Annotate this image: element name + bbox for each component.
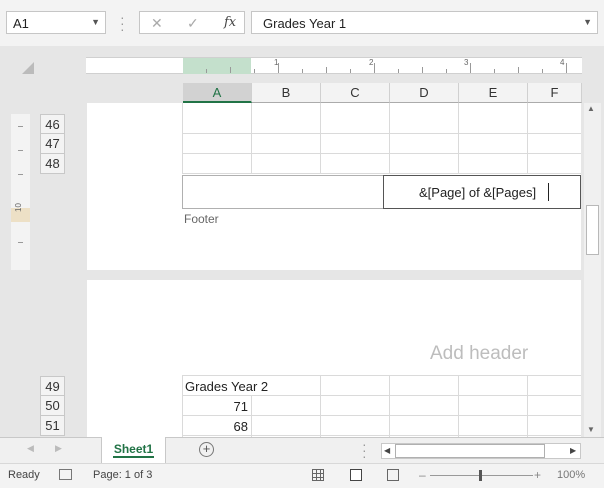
chevron-down-icon[interactable]: ▼ (91, 17, 100, 27)
vertical-ruler: 10 (11, 114, 30, 270)
row-header-46[interactable]: 46 (40, 114, 65, 134)
add-header-placeholder[interactable]: Add header (430, 343, 528, 365)
vertical-scrollbar[interactable] (584, 103, 601, 437)
row-header-50[interactable]: 50 (40, 396, 65, 416)
horizontal-scroll-thumb[interactable] (395, 444, 545, 458)
column-header-a[interactable]: A (183, 83, 252, 103)
column-header-d[interactable]: D (390, 83, 459, 103)
formula-buttons: ✕ ✓ fx (139, 11, 245, 34)
select-all-icon[interactable] (22, 62, 34, 74)
expand-formula-icon[interactable]: ▼ (583, 17, 592, 27)
horizontal-ruler: 1 2 3 4 (86, 57, 582, 74)
add-sheet-icon[interactable]: + (199, 442, 214, 457)
formula-input[interactable]: Grades Year 1 ▼ (251, 11, 598, 34)
cell-a49[interactable]: Grades Year 2 (185, 379, 268, 394)
status-page-info: Page: 1 of 3 (93, 469, 153, 481)
row-header-47[interactable]: 47 (40, 134, 65, 154)
cell-a50[interactable]: 71 (183, 399, 248, 414)
normal-view-icon[interactable] (312, 469, 324, 481)
insert-function-icon[interactable]: fx (224, 15, 236, 30)
zoom-level[interactable]: 100% (557, 469, 585, 481)
ruler-mark: 1 (274, 58, 279, 67)
footer-center-section[interactable]: &[Page] of &[Pages] (383, 175, 581, 209)
column-header-b[interactable]: B (252, 83, 321, 103)
vertical-scroll-thumb[interactable] (586, 205, 599, 255)
cancel-icon[interactable]: ✕ (151, 15, 163, 32)
zoom-in-icon[interactable]: + (534, 468, 541, 482)
footer-left-section[interactable] (182, 175, 384, 209)
cell-a51[interactable]: 68 (183, 419, 248, 434)
scroll-up-icon[interactable]: ▲ (587, 104, 595, 113)
column-header-e[interactable]: E (459, 83, 528, 103)
zoom-slider-thumb[interactable] (479, 470, 482, 481)
ruler-mark: 3 (464, 58, 469, 67)
drag-handle-icon[interactable]: · · · (120, 10, 125, 36)
status-ready: Ready (8, 469, 40, 481)
scroll-left-icon[interactable]: ◀ (384, 446, 390, 455)
footer-label: Footer (184, 212, 219, 226)
next-sheet-icon[interactable]: ▶ (55, 443, 62, 454)
prev-sheet-icon[interactable]: ◀ (27, 443, 34, 454)
scroll-down-icon[interactable]: ▼ (587, 425, 595, 434)
row-header-49[interactable]: 49 (40, 376, 65, 396)
row-header-48[interactable]: 48 (40, 154, 65, 174)
name-box[interactable]: A1 ▼ (6, 11, 106, 34)
sheet-tab-label: Sheet1 (112, 442, 155, 458)
footer-center-text: &[Page] of &[Pages] (419, 185, 537, 200)
row-header-51[interactable]: 51 (40, 416, 65, 436)
macro-record-icon[interactable] (59, 469, 72, 480)
page-layout-view-icon[interactable] (350, 469, 362, 481)
zoom-out-icon[interactable]: – (419, 468, 426, 482)
enter-icon[interactable]: ✓ (187, 15, 199, 32)
ruler-mark: 10 (13, 203, 23, 212)
ruler-mark: 2 (369, 58, 374, 67)
page-break-preview-icon[interactable] (387, 469, 399, 481)
ruler-mark: 4 (560, 58, 565, 67)
split-handle-icon[interactable]: · · · (362, 437, 367, 463)
scroll-right-icon[interactable]: ▶ (570, 446, 576, 455)
sheet-tab-sheet1[interactable]: Sheet1 (101, 437, 166, 463)
name-box-value: A1 (13, 16, 29, 31)
ruler-selection-highlight (183, 58, 251, 74)
column-header-f[interactable]: F (528, 83, 582, 103)
text-cursor (548, 183, 549, 201)
formula-value: Grades Year 1 (263, 16, 347, 31)
column-header-c[interactable]: C (321, 83, 390, 103)
